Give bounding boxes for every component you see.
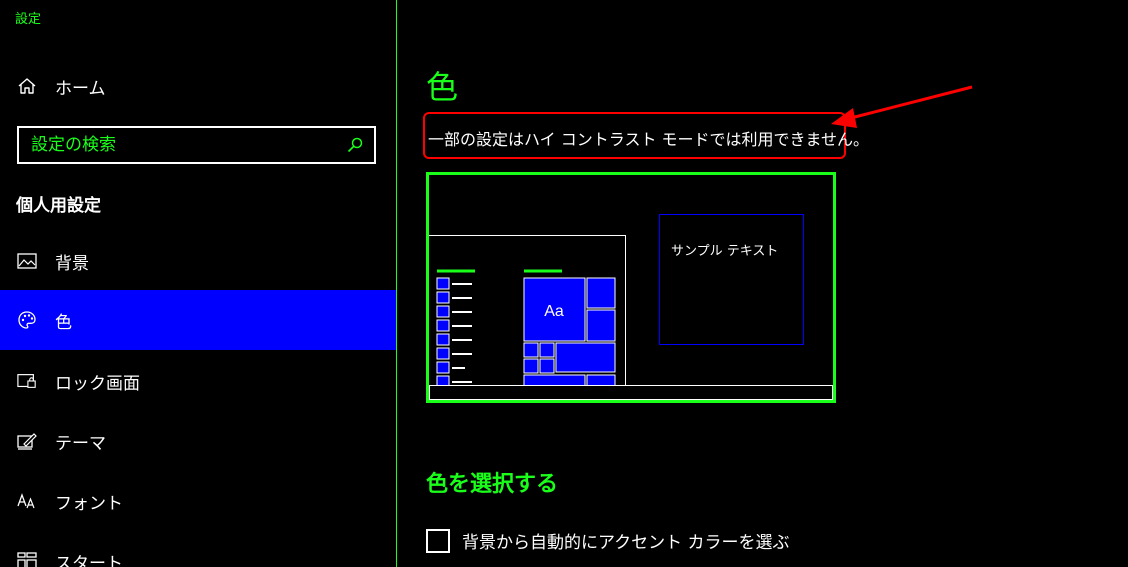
- sidebar-item-lock-screen[interactable]: ロック画面: [0, 351, 396, 411]
- home-icon: [17, 76, 37, 96]
- palette-icon: [17, 310, 37, 330]
- high-contrast-notice: 一部の設定はハイ コントラスト モードでは利用できません。: [423, 112, 869, 159]
- lock-screen-icon: [17, 371, 37, 391]
- choose-color-heading: 色を選択する: [426, 472, 559, 497]
- section-heading: 個人用設定: [16, 196, 101, 216]
- red-arrow-annotation: [831, 85, 973, 128]
- sidebar-item-label: ロック画面: [55, 373, 140, 394]
- main-content: 色 一部の設定はハイ コントラスト モードでは利用できません。 Aa サンプル …: [397, 0, 1128, 567]
- search-input[interactable]: [31, 134, 331, 156]
- sample-text: サンプル テキスト: [671, 244, 779, 259]
- theme-brush-icon: [17, 431, 37, 451]
- sidebar-item-home[interactable]: ホーム: [0, 56, 396, 116]
- search-box[interactable]: [17, 126, 376, 164]
- tile-label: Aa: [544, 303, 564, 320]
- sidebar-item-start[interactable]: スタート: [0, 531, 396, 567]
- sidebar-item-font[interactable]: フォント: [0, 471, 396, 531]
- page-title: 色: [426, 68, 459, 106]
- notice-text: 一部の設定はハイ コントラスト モードでは利用できません。: [428, 130, 870, 149]
- preview-start-menu: Aa: [429, 235, 626, 390]
- app-title: 設定: [15, 12, 42, 27]
- auto-accent-checkbox[interactable]: [426, 528, 450, 553]
- auto-accent-option[interactable]: 背景から自動的にアクセント カラーを選ぶ: [426, 528, 790, 553]
- start-menu-tiles: Aa: [436, 269, 616, 390]
- color-preview: Aa サンプル テキスト: [426, 172, 836, 403]
- preview-taskbar: [429, 385, 833, 400]
- sidebar-item-label: フォント: [55, 493, 123, 514]
- sidebar-item-label: 背景: [55, 253, 89, 274]
- sidebar-item-color[interactable]: 色: [0, 290, 396, 350]
- sidebar-item-label: スタート: [55, 553, 123, 567]
- preview-sample-window: サンプル テキスト: [659, 214, 804, 345]
- auto-accent-label[interactable]: 背景から自動的にアクセント カラーを選ぶ: [462, 528, 790, 553]
- font-icon: [17, 491, 37, 511]
- sidebar-item-label: テーマ: [55, 433, 106, 454]
- start-grid-icon: [17, 551, 37, 567]
- sidebar-item-label: ホーム: [55, 78, 106, 99]
- sidebar: 設定 ホーム 個人用設定 背景 色 ロック画面 テーマ: [0, 0, 396, 567]
- sidebar-item-theme[interactable]: テーマ: [0, 411, 396, 471]
- sidebar-item-background[interactable]: 背景: [0, 231, 396, 291]
- picture-icon: [17, 251, 37, 271]
- search-icon[interactable]: [346, 136, 364, 154]
- sidebar-item-label: 色: [55, 312, 72, 333]
